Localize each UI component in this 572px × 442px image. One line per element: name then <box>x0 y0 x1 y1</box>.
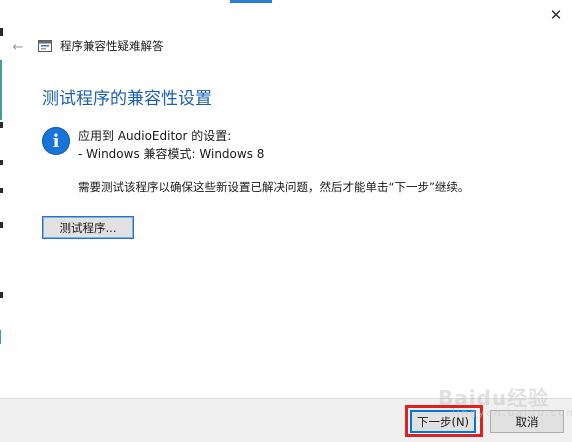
troubleshooter-window: ✕ ← 程序兼容性疑难解答 测试程序的兼容性设置 i 应用到 AudioEdit… <box>0 0 572 442</box>
background-window-accent <box>230 0 272 3</box>
page-heading: 测试程序的兼容性设置 <box>42 89 212 109</box>
test-program-button[interactable]: 测试程序... <box>42 216 134 239</box>
info-icon: i <box>42 127 70 155</box>
compat-mode-value: - Windows 兼容模式: Windows 8 <box>78 147 265 161</box>
troubleshooter-icon <box>38 40 52 52</box>
close-icon: ✕ <box>549 6 563 24</box>
applied-settings-label: 应用到 AudioEditor 的设置: <box>78 129 232 143</box>
close-button[interactable]: ✕ <box>540 0 572 30</box>
cancel-button[interactable]: 取消 <box>490 410 564 433</box>
back-arrow-icon: ← <box>12 39 24 55</box>
back-button[interactable]: ← <box>8 38 28 56</box>
info-icon-glyph: i <box>52 130 60 152</box>
instruction-text: 需要测试该程序以确保这些新设置已解决问题，然后才能单击“下一步”继续。 <box>78 180 470 194</box>
window-title: 程序兼容性疑难解答 <box>60 39 164 53</box>
next-button[interactable]: 下一步(N) <box>410 410 476 433</box>
background-window-edge <box>0 0 6 400</box>
footer-bar <box>0 398 572 442</box>
